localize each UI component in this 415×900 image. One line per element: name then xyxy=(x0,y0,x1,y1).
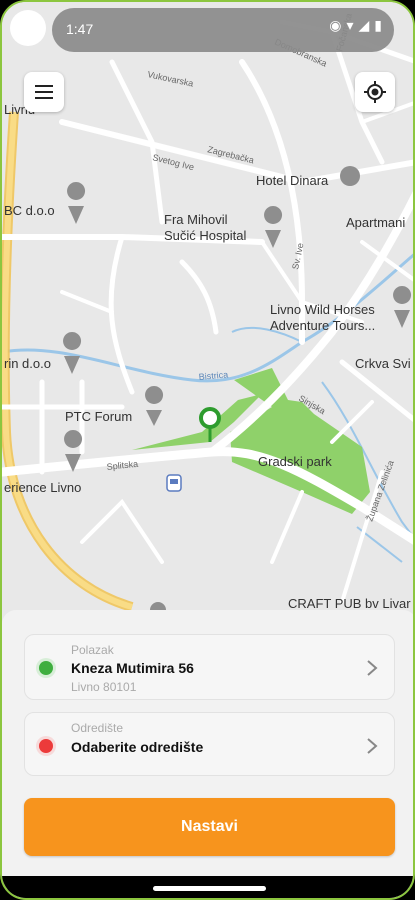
status-bar: 1:47 ◉▾◢▮ xyxy=(2,2,413,58)
my-location-button[interactable] xyxy=(355,72,395,112)
origin-dot-icon xyxy=(39,661,53,675)
map-label-bc[interactable]: BC d.o.o xyxy=(4,203,55,218)
origin-subtitle: Livno 80101 xyxy=(71,680,137,694)
map-label-ptc-forum[interactable]: PTC Forum xyxy=(65,409,132,424)
map-label-horses[interactable]: Livno Wild Horses Adventure Tours... xyxy=(270,302,375,334)
map-label-apartmani[interactable]: Apartmani xyxy=(346,215,405,230)
origin-card[interactable]: Polazak Kneza Mutimira 56 Livno 80101 xyxy=(24,634,395,700)
home-indicator[interactable] xyxy=(153,886,266,891)
map-label-experience[interactable]: erience Livno xyxy=(4,480,81,495)
map-label-park[interactable]: Gradski park xyxy=(258,454,332,469)
menu-button[interactable] xyxy=(24,72,64,112)
destination-label: Odredište xyxy=(71,721,124,735)
map-label-rin[interactable]: rin d.o.o xyxy=(4,356,51,371)
origin-label: Polazak xyxy=(71,643,114,657)
wifi-icon: ▾ xyxy=(346,17,359,33)
map-label-church[interactable]: Crkva Svi xyxy=(355,356,411,371)
location-icon: ◉ xyxy=(329,17,347,33)
destination-dot-icon xyxy=(39,739,53,753)
status-time: 1:47 xyxy=(66,21,94,37)
navigation-bar xyxy=(2,876,413,898)
battery-icon: ▮ xyxy=(374,17,387,33)
trip-sheet: Polazak Kneza Mutimira 56 Livno 80101 Od… xyxy=(2,610,413,876)
crosshair-icon xyxy=(364,81,386,103)
chevron-right-icon xyxy=(367,660,378,676)
map-label-hospital[interactable]: Fra Mihovil Sučić Hospital xyxy=(164,212,246,244)
phone-screen: Vukovarska Zagrebačka Svetog Ive Sv. Ive… xyxy=(0,0,415,900)
map-label-craft-pub[interactable]: CRAFT PUB bv Livar xyxy=(288,596,411,611)
chevron-right-icon xyxy=(367,738,378,754)
destination-title: Odaberite odredište xyxy=(71,739,204,755)
hamburger-icon xyxy=(35,85,53,99)
cellular-icon: ◢ xyxy=(358,17,375,33)
destination-card[interactable]: Odredište Odaberite odredište xyxy=(24,712,395,776)
map-label-hotel[interactable]: Hotel Dinara xyxy=(256,173,328,188)
origin-title: Kneza Mutimira 56 xyxy=(71,660,194,676)
continue-button[interactable]: Nastavi xyxy=(24,798,395,856)
status-icons: ◉▾◢▮ xyxy=(329,17,387,34)
camera-cutout xyxy=(10,10,46,46)
